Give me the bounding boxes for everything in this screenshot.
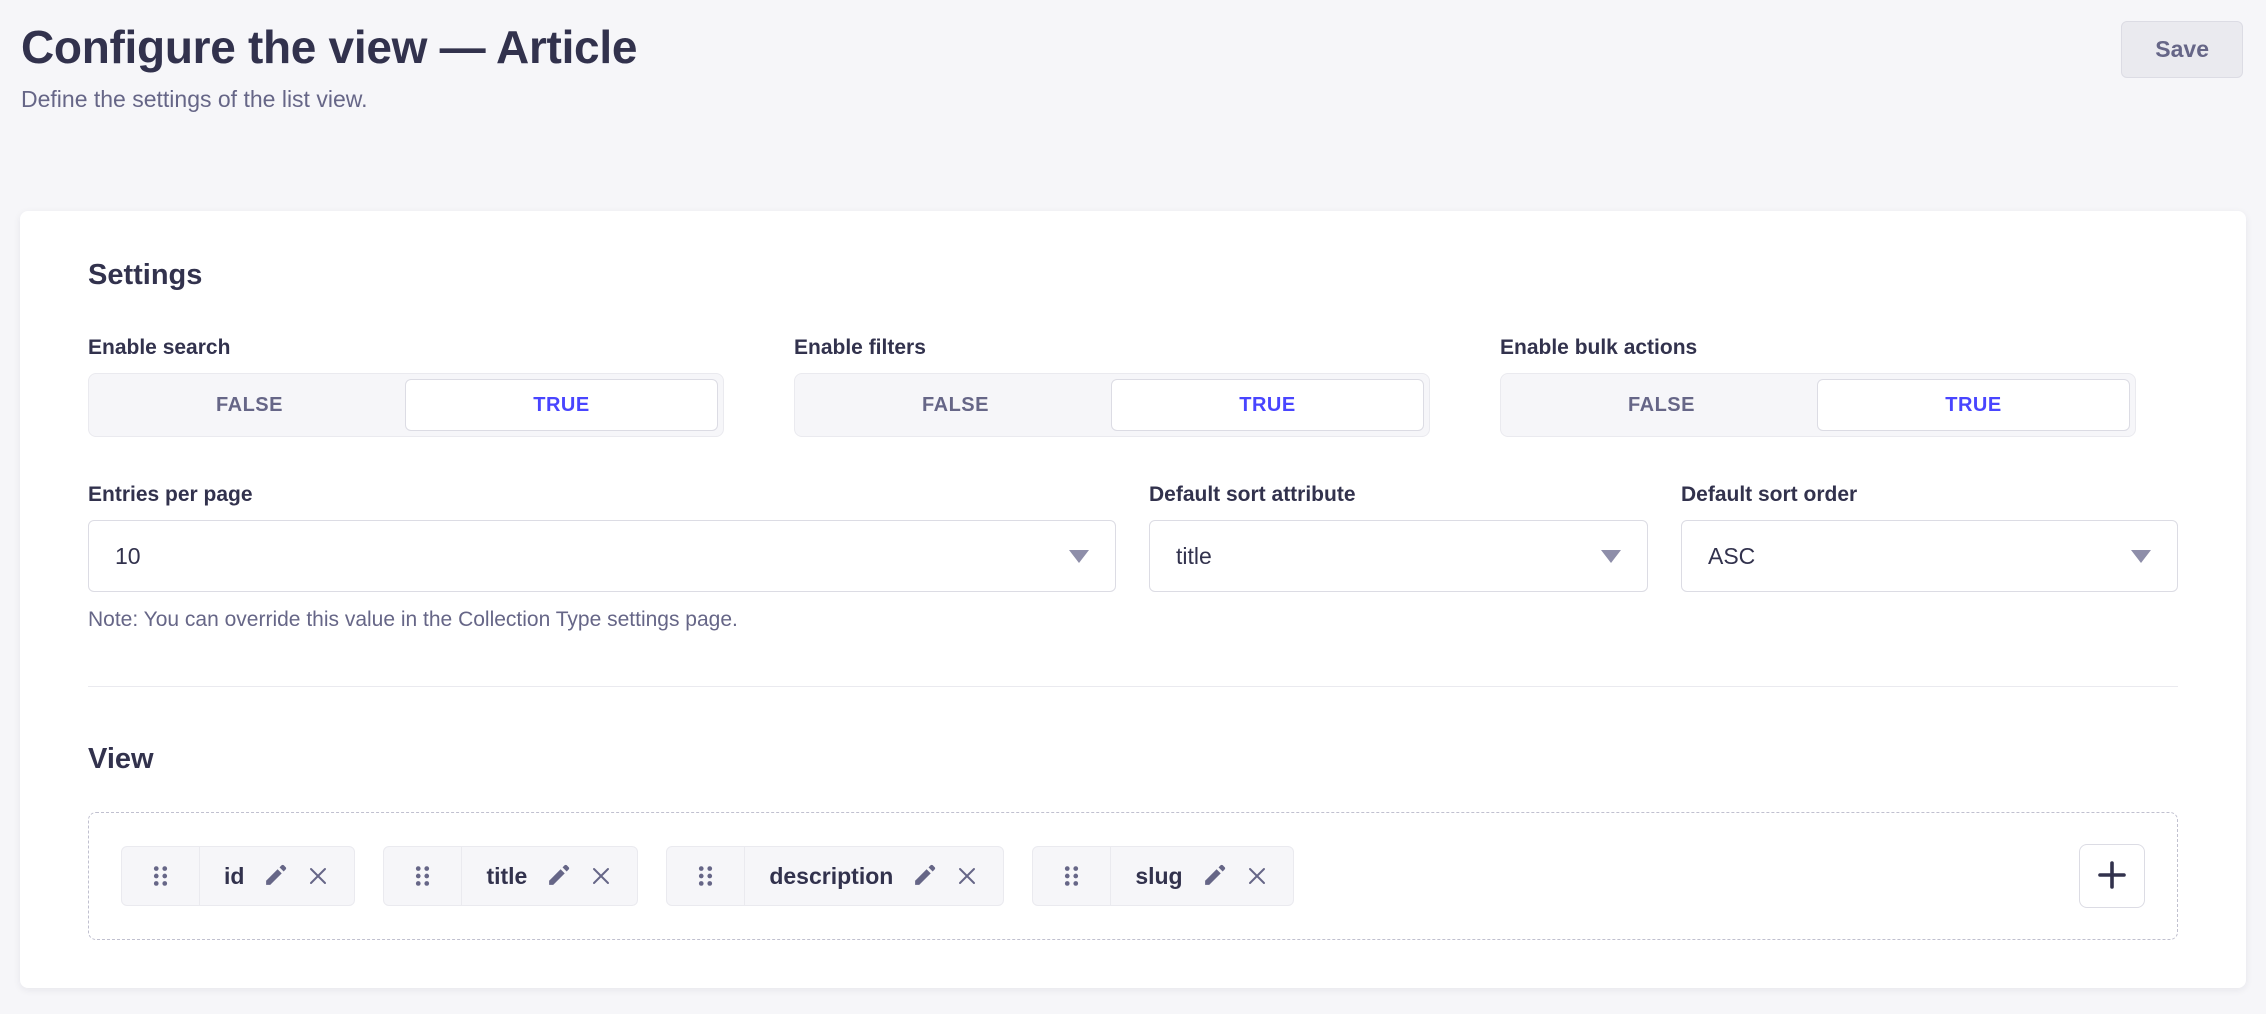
remove-icon[interactable] — [306, 864, 330, 888]
default-sort-order-field: Default sort order ASC — [1681, 483, 2178, 592]
add-field-button[interactable] — [2079, 844, 2145, 908]
chip-body: slug — [1111, 847, 1292, 905]
remove-icon[interactable] — [955, 864, 979, 888]
toggle-true-option[interactable]: TRUE — [405, 379, 718, 431]
drag-handle-icon[interactable] — [1033, 847, 1111, 905]
select-value: ASC — [1708, 543, 1755, 570]
default-sort-order-label: Default sort order — [1681, 483, 2178, 507]
field-chip-slug[interactable]: slug — [1032, 846, 1293, 906]
chevron-down-icon — [1069, 550, 1089, 563]
chip-label: id — [224, 863, 244, 890]
edit-icon[interactable] — [545, 863, 571, 889]
view-section: View id — [88, 743, 2178, 940]
toggle-row: Enable search FALSE TRUE Enable filters … — [88, 336, 2178, 437]
drag-handle-icon[interactable] — [384, 847, 462, 905]
field-chip-id[interactable]: id — [121, 846, 355, 906]
enable-search-label: Enable search — [88, 336, 724, 360]
edit-icon[interactable] — [1201, 863, 1227, 889]
toggle-false-option[interactable]: FALSE — [800, 379, 1111, 431]
chevron-down-icon — [1601, 550, 1621, 563]
settings-section: Settings Enable search FALSE TRUE Enable… — [88, 259, 2178, 687]
view-heading: View — [88, 743, 2178, 776]
default-sort-attribute-label: Default sort attribute — [1149, 483, 1648, 507]
select-row: Entries per page 10 Note: You can overri… — [88, 483, 2178, 632]
chip-label: title — [486, 863, 527, 890]
chip-body: title — [462, 847, 637, 905]
enable-bulk-actions-toggle[interactable]: FALSE TRUE — [1500, 373, 2136, 437]
configure-view-page: Configure the view — Article Define the … — [0, 0, 2266, 1014]
select-value: 10 — [115, 543, 141, 570]
settings-heading: Settings — [88, 259, 2178, 292]
default-sort-order-select[interactable]: ASC — [1681, 520, 2178, 592]
enable-bulk-actions-label: Enable bulk actions — [1500, 336, 2136, 360]
toggle-false-option[interactable]: FALSE — [1506, 379, 1817, 431]
section-divider — [88, 686, 2178, 687]
enable-search-field: Enable search FALSE TRUE — [88, 336, 724, 437]
entries-per-page-note: Note: You can override this value in the… — [88, 608, 1116, 632]
page-header-text: Configure the view — Article Define the … — [21, 20, 637, 113]
chevron-down-icon — [2131, 550, 2151, 563]
enable-filters-label: Enable filters — [794, 336, 1430, 360]
remove-icon[interactable] — [589, 864, 613, 888]
drag-handle-icon[interactable] — [122, 847, 200, 905]
chip-label: description — [769, 863, 893, 890]
toggle-true-option[interactable]: TRUE — [1817, 379, 2130, 431]
chip-body: id — [200, 847, 354, 905]
page-header: Configure the view — Article Define the … — [0, 0, 2266, 113]
field-chip-description[interactable]: description — [666, 846, 1004, 906]
save-button[interactable]: Save — [2121, 21, 2243, 78]
enable-filters-toggle[interactable]: FALSE TRUE — [794, 373, 1430, 437]
field-dropzone: id — [88, 812, 2178, 940]
entries-per-page-select[interactable]: 10 — [88, 520, 1116, 592]
edit-icon[interactable] — [911, 863, 937, 889]
entries-per-page-field: Entries per page 10 Note: You can overri… — [88, 483, 1116, 632]
select-value: title — [1176, 543, 1212, 570]
toggle-false-option[interactable]: FALSE — [94, 379, 405, 431]
edit-icon[interactable] — [262, 863, 288, 889]
remove-icon[interactable] — [1245, 864, 1269, 888]
enable-search-toggle[interactable]: FALSE TRUE — [88, 373, 724, 437]
chip-body: description — [745, 847, 1003, 905]
enable-filters-field: Enable filters FALSE TRUE — [794, 336, 1430, 437]
toggle-true-option[interactable]: TRUE — [1111, 379, 1424, 431]
drag-handle-icon[interactable] — [667, 847, 745, 905]
field-chip-title[interactable]: title — [383, 846, 638, 906]
page-title: Configure the view — Article — [21, 20, 637, 75]
page-subtitle: Define the settings of the list view. — [21, 85, 637, 113]
default-sort-attribute-select[interactable]: title — [1149, 520, 1648, 592]
entries-per-page-label: Entries per page — [88, 483, 1116, 507]
enable-bulk-actions-field: Enable bulk actions FALSE TRUE — [1500, 336, 2136, 437]
default-sort-attribute-field: Default sort attribute title — [1149, 483, 1648, 592]
chip-label: slug — [1135, 863, 1182, 890]
add-icon — [2094, 857, 2130, 896]
settings-card: Settings Enable search FALSE TRUE Enable… — [20, 211, 2246, 988]
